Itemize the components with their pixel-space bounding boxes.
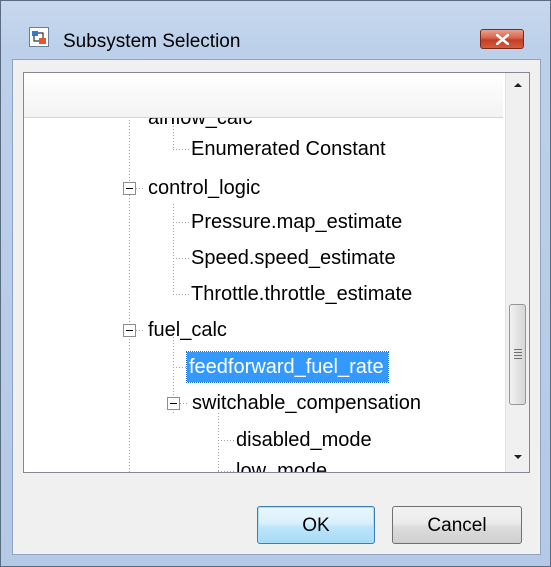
tree-node-pressure-map-estimate[interactable]: Pressure.map_estimate [191, 207, 402, 237]
close-button[interactable] [480, 29, 524, 49]
tree-node-feedforward-fuel-rate[interactable]: feedforward_fuel_rate [186, 351, 389, 383]
title-bar[interactable]: Subsystem Selection [1, 1, 550, 57]
tree-node-speed-speed-estimate[interactable]: Speed.speed_estimate [191, 243, 396, 273]
subsystem-selection-dialog: Subsystem Selection airflow_calc Enumera… [0, 0, 551, 567]
tree-node-enumerated-constant[interactable]: Enumerated Constant [191, 134, 386, 164]
ok-button[interactable]: OK [257, 506, 375, 544]
vertical-scrollbar[interactable] [505, 73, 529, 472]
tree-node-switchable-compensation[interactable]: switchable_compensation [192, 388, 421, 418]
window-title: Subsystem Selection [63, 31, 241, 52]
tree-view[interactable]: airflow_calc Enumerated Constant control… [24, 73, 504, 472]
tree-node-disabled-mode[interactable]: disabled_mode [236, 425, 372, 455]
tree-node-throttle-throttle-estimate[interactable]: Throttle.throttle_estimate [191, 279, 412, 309]
tree-node-fuel-calc[interactable]: fuel_calc [148, 315, 227, 345]
tree-column-header [24, 73, 503, 118]
expander-icons [123, 182, 180, 410]
cancel-button[interactable]: Cancel [392, 506, 522, 544]
scrollbar-thumb[interactable] [509, 304, 526, 405]
tree-node-low-mode[interactable]: low_mode [236, 456, 327, 472]
simulink-subsystem-icon [29, 27, 49, 47]
close-icon [496, 34, 509, 45]
scroll-down-arrow-icon[interactable] [506, 445, 529, 469]
scroll-up-arrow-icon[interactable] [506, 73, 529, 97]
tree-node-control-logic[interactable]: control_logic [148, 173, 260, 203]
subsystem-tree[interactable]: airflow_calc Enumerated Constant control… [23, 72, 530, 473]
